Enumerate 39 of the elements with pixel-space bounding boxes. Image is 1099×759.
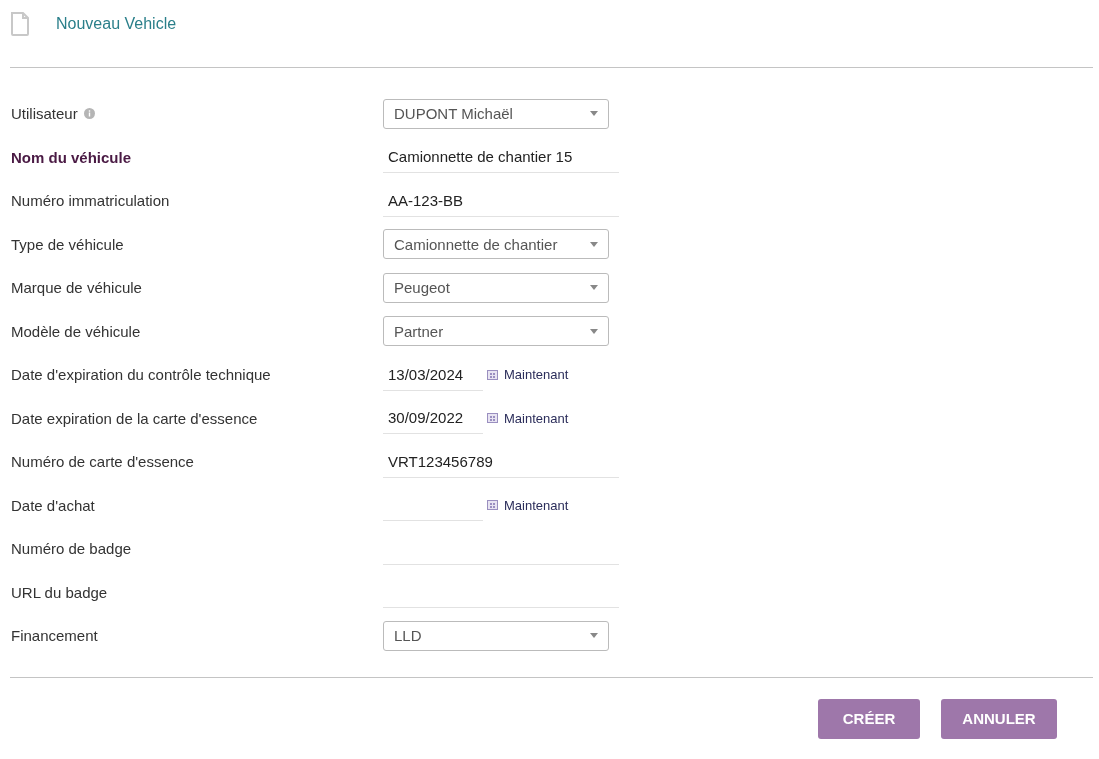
action-button[interactable]: ANNULER: [941, 698, 1057, 739]
now-link[interactable]: Maintenant: [504, 367, 569, 383]
dropdown[interactable]: LLD: [383, 620, 609, 651]
date-field[interactable]: 13/03/2024: [383, 358, 483, 391]
calendar-icon[interactable]: [487, 369, 498, 380]
caret-icon: [590, 241, 598, 247]
now-link[interactable]: Maintenant: [504, 410, 569, 426]
field-label: URL du badge: [11, 583, 108, 601]
calendar-icon[interactable]: [487, 413, 498, 424]
action-button[interactable]: CRÉER: [818, 698, 920, 739]
caret-icon: [590, 111, 598, 117]
field-label: Modèle de véhicule: [11, 322, 141, 340]
field-label: Nom du véhicule: [11, 148, 132, 166]
field-label: Numéro de carte d'essence: [11, 453, 194, 471]
field-label: Financement: [11, 627, 98, 645]
caret-icon: [590, 285, 598, 291]
page-title: Nouveau Vehicle: [56, 15, 177, 33]
dropdown[interactable]: DUPONT Michaël: [383, 98, 609, 129]
field-label: Numéro de badge: [11, 540, 132, 558]
dropdown[interactable]: Peugeot: [383, 272, 609, 303]
field-label: Date d'expiration du contrôle technique: [11, 366, 271, 384]
field-label: Utilisateur: [11, 105, 78, 123]
document-icon: [10, 12, 30, 36]
field-label: Type de véhicule: [11, 235, 124, 253]
caret-icon: [590, 633, 598, 639]
date-field[interactable]: 30/09/2022: [383, 402, 483, 435]
dropdown[interactable]: Partner: [383, 316, 609, 347]
calendar-icon[interactable]: [487, 500, 498, 511]
caret-icon: [590, 328, 598, 334]
field-label: Date d'achat: [11, 496, 95, 514]
field-label: Numéro immatriculation: [11, 192, 170, 210]
input-field[interactable]: VRT123456789: [383, 445, 619, 478]
info-icon[interactable]: [83, 108, 95, 120]
field-label: Date expiration de la carte d'essence: [11, 409, 258, 427]
input-field[interactable]: AA-123-BB: [383, 184, 619, 217]
now-link[interactable]: Maintenant: [504, 497, 569, 513]
input-field[interactable]: Camionnette de chantier 15: [383, 141, 619, 174]
dropdown[interactable]: Camionnette de chantier: [383, 229, 609, 260]
field-label: Marque de véhicule: [11, 279, 142, 297]
